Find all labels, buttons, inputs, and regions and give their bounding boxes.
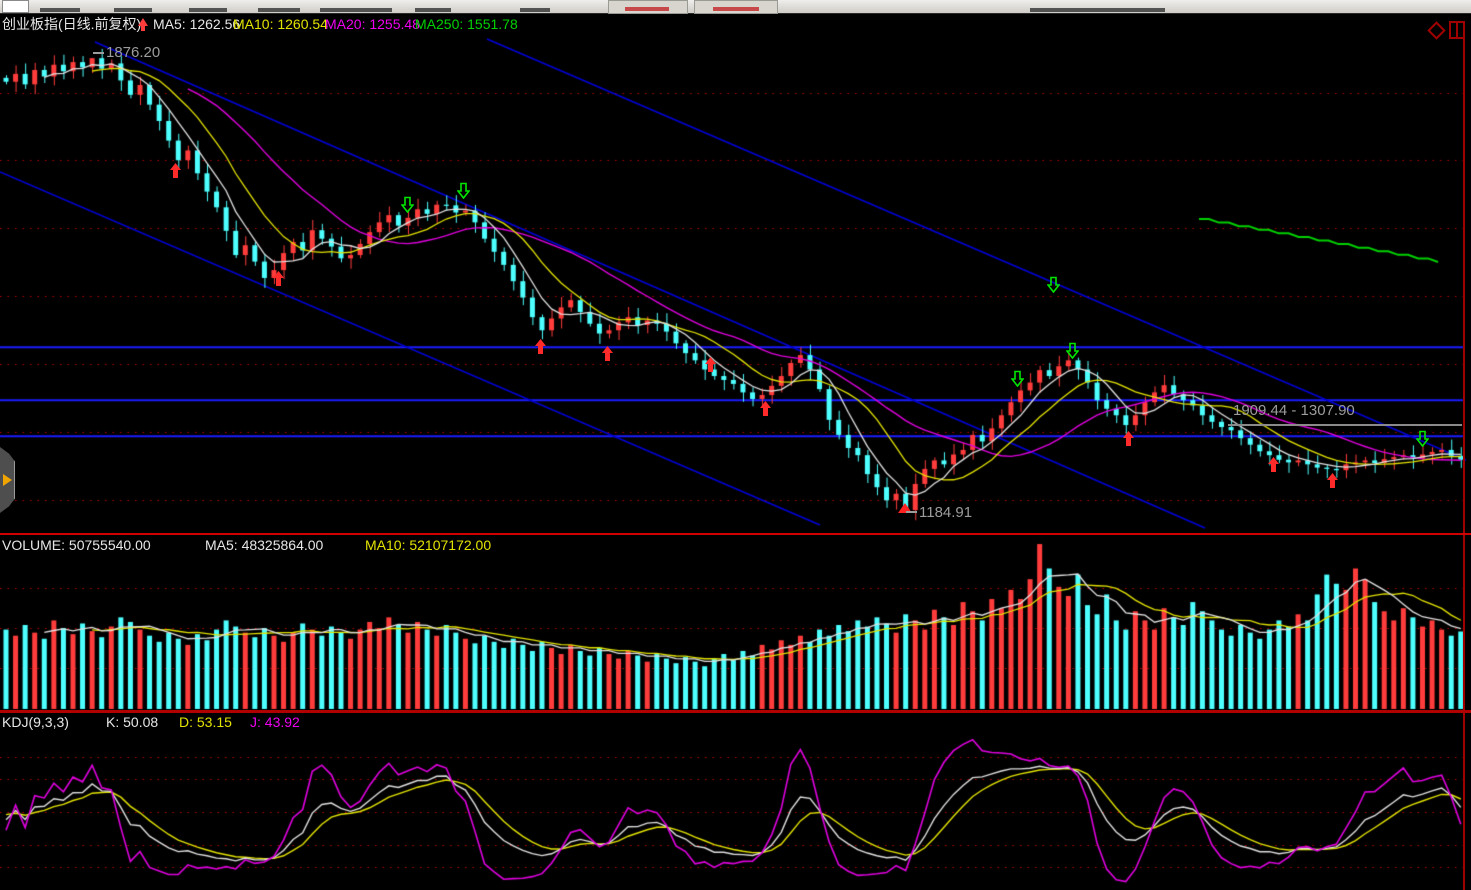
- buy-signal-arrow: [704, 356, 717, 373]
- pane-separator[interactable]: [0, 533, 1471, 535]
- kdj-j-readout: J: 43.92: [250, 713, 300, 731]
- buy-signal-arrow: [169, 162, 182, 179]
- toolbar-indicator-box: [2, 0, 29, 13]
- sell-signal-arrow: [1011, 370, 1024, 387]
- toolbar-item[interactable]: [40, 8, 80, 12]
- toolbar-quote-button[interactable]: [608, 0, 688, 14]
- toolbar-status-text: [1030, 8, 1165, 12]
- ma20-readout: MA20: 1255.48: [325, 15, 420, 33]
- stock-chart-app: 创业板指(日线.前复权) MA5: 1262.56 MA10: 1260.54 …: [0, 0, 1471, 890]
- ma5-readout: MA5: 1262.56: [153, 15, 240, 33]
- sell-signal-arrow: [1416, 430, 1429, 447]
- buy-signal-arrow: [272, 270, 285, 287]
- range-tool-label: 1909.44 - 1307.90: [1233, 402, 1355, 419]
- buy-signal-arrow: [601, 345, 614, 362]
- up-arrow-icon-stem: [141, 25, 145, 31]
- toolbar-item[interactable]: [258, 8, 300, 12]
- ma10-readout: MA10: 1260.54: [233, 15, 328, 33]
- low-pointer: [906, 511, 917, 513]
- volume-ma10-readout: MA10: 52107172.00: [365, 536, 491, 554]
- buy-signal-arrow: [534, 338, 547, 355]
- right-axis-line: [1463, 36, 1465, 890]
- volume-ma5-readout: MA5: 48325864.00: [205, 536, 323, 554]
- toolbar-item[interactable]: [189, 8, 227, 12]
- ma250-readout: MA250: 1551.78: [415, 15, 518, 33]
- sell-signal-arrow: [401, 196, 414, 213]
- buy-signal-arrow: [1122, 430, 1135, 447]
- sell-signal-arrow: [1066, 342, 1079, 359]
- sell-signal-arrow: [1047, 276, 1060, 293]
- expand-arrow-icon: [3, 474, 12, 486]
- range-tool-line[interactable]: [1228, 424, 1462, 426]
- sell-signal-arrow: [457, 182, 470, 199]
- high-pointer: [93, 52, 104, 54]
- buy-signal-arrow: [1267, 456, 1280, 473]
- low-price-label: 1184.91: [919, 504, 972, 521]
- kdj-d-readout: D: 53.15: [179, 713, 232, 731]
- symbol-title: 创业板指(日线.前复权): [2, 15, 141, 33]
- toolbar-clipped: [0, 0, 1471, 14]
- buy-signal-arrow: [759, 400, 772, 417]
- toolbar-item[interactable]: [415, 8, 451, 12]
- kdj-indicator-label: KDJ(9,3,3): [2, 713, 69, 731]
- toolbar-item[interactable]: [114, 8, 152, 12]
- toolbar-quote-value: [625, 7, 669, 11]
- high-price-label: 1876.20: [106, 44, 160, 61]
- toolbar-item[interactable]: [320, 8, 392, 12]
- toolbar-item[interactable]: [520, 8, 550, 12]
- kline-chart-canvas[interactable]: [0, 0, 1471, 890]
- volume-readout: VOLUME: 50755540.00: [2, 536, 151, 554]
- toolbar-quote-button[interactable]: [694, 0, 778, 14]
- buy-signal-arrow: [1326, 472, 1339, 489]
- kdj-k-readout: K: 50.08: [106, 713, 158, 731]
- toolbar-quote-value: [713, 7, 759, 11]
